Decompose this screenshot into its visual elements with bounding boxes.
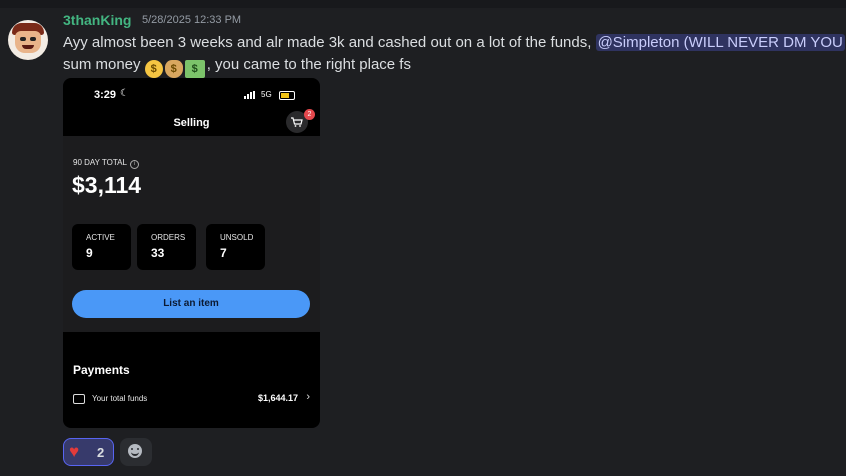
message-text: sum money [63, 56, 145, 73]
channel-top-edge [0, 0, 846, 8]
stat-value: 33 [151, 246, 165, 260]
cart-badge: 2 [304, 109, 315, 120]
money-mouth-face-icon: $ [144, 60, 163, 78]
battery-icon [279, 91, 295, 100]
avatar-face [15, 31, 41, 53]
red-heart-icon: ♥ [69, 442, 80, 461]
funds-value: $1,644.17 [257, 393, 298, 403]
stat-label: UNSOLD [220, 233, 254, 242]
total-value: $3,114 [72, 172, 142, 198]
cart-icon [291, 117, 303, 127]
message-text: Ayy almost been 3 weeks and alr made 3k … [63, 34, 596, 51]
stat-card-orders[interactable]: ORDERS 33 [137, 224, 196, 270]
add-reaction-button[interactable] [120, 438, 152, 466]
status-time: 3:29 [94, 89, 117, 101]
reaction-count: 2 [97, 445, 105, 460]
stat-label: ORDERS [151, 233, 186, 242]
message-text: , you came to the right place fs [206, 56, 411, 73]
stat-value: 9 [86, 246, 93, 260]
image-attachment[interactable]: 3:29 ☾ 5G Selling 2 90 DAY TOTAL i $3,114… [63, 78, 320, 428]
stat-label: ACTIVE [86, 233, 115, 242]
payments-heading: Payments [73, 363, 130, 377]
chevron-right-icon: › [306, 391, 310, 403]
message-text-line2: sum money $ $ $, you came to the right pla… [63, 56, 411, 78]
money-bag-icon: $ [164, 60, 183, 78]
signal-icon [244, 91, 258, 99]
funds-label: Your total funds [92, 394, 148, 403]
avatar-eye [20, 37, 26, 41]
info-icon[interactable]: i [129, 160, 139, 169]
total-label-text: 90 DAY TOTAL [73, 158, 127, 167]
user-avatar[interactable] [8, 20, 48, 60]
total-funds-row[interactable]: Your total funds $1,644.17 › [73, 391, 310, 407]
avatar-eye [30, 37, 36, 41]
message-text-line1: Ayy almost been 3 weeks and alr made 3k … [63, 34, 845, 51]
smiley-icon [128, 444, 142, 458]
total-label: 90 DAY TOTAL i [73, 158, 139, 169]
message-timestamp: 5/28/2025 12:33 PM [142, 14, 242, 26]
dollar-banknote-icon: $ [184, 60, 205, 78]
list-item-button[interactable]: List an item [72, 290, 310, 318]
moon-icon: ☾ [120, 88, 129, 99]
stat-card-unsold[interactable]: UNSOLD 7 [206, 224, 265, 270]
stat-value: 7 [220, 246, 227, 260]
wallet-icon [73, 394, 85, 404]
page-title: Selling [173, 117, 210, 129]
network-label: 5G [261, 90, 272, 99]
phone-status-bar: 3:29 ☾ 5G [63, 78, 320, 114]
stat-card-active[interactable]: ACTIVE 9 [72, 224, 131, 270]
user-mention[interactable]: @Simpleton (WILL NEVER DM YOU [595, 34, 845, 51]
heart-reaction-button[interactable]: ♥ 2 [63, 438, 114, 466]
chat-message: 3thanKing 5/28/2025 12:33 PM Ayy almost … [0, 8, 846, 476]
message-author[interactable]: 3thanKing [63, 12, 131, 28]
